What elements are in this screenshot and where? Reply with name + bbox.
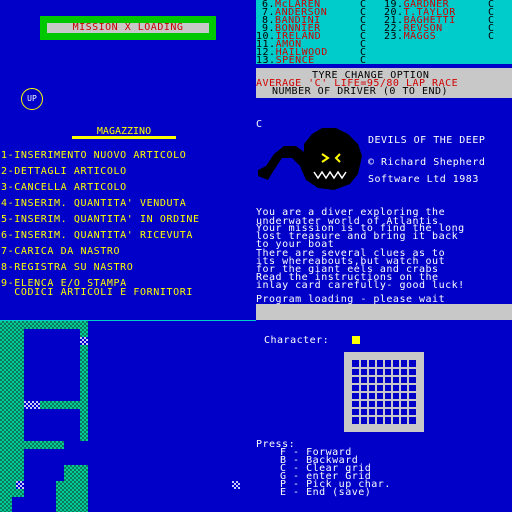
maze-corridors <box>12 321 256 512</box>
driver-list: 6.McLAREN 7.ANDERSON 8.BANDINI 9.BONNIER… <box>256 0 512 66</box>
menu-item-6[interactable]: 6-INSERIM. QUANTITA' RICEVUTA <box>1 231 193 241</box>
character-editor: Character: Press: F - Forward B - Backwa… <box>256 320 512 512</box>
player-marker <box>232 481 240 489</box>
key-end-save[interactable]: E - End (save) <box>280 488 371 498</box>
loading-progress-bar <box>256 304 512 320</box>
maze-item-marker <box>80 337 88 345</box>
copyright-line-1: © Richard Shepherd <box>368 157 486 168</box>
mission-banner: MISSION X LOADING <box>40 16 216 40</box>
driver-name: SPENCE <box>275 55 315 66</box>
menu-item-4[interactable]: 4-INSERIM. QUANTITA' VENDUTA <box>1 199 186 209</box>
driver-name: MAGGS <box>403 31 437 42</box>
menu-item-1[interactable]: 1-INSERIMENTO NUOVO ARTICOLO <box>1 151 186 161</box>
game-title: DEVILS OF THE DEEP <box>368 135 486 146</box>
character-preview <box>352 336 360 344</box>
menu-item-2[interactable]: 2-DETTAGLI ARTICOLO <box>1 167 127 177</box>
maze-screen <box>0 320 256 512</box>
mission-title: MISSION X LOADING <box>72 22 184 33</box>
menu-item-3[interactable]: 3-CANCELLA ARTICOLO <box>1 183 127 193</box>
tyre-change-panel: TYRE CHANGE OPTION AVERAGE 'C' LIFE=95/8… <box>256 68 512 98</box>
menu-item-5[interactable]: 5-INSERIM. QUANTITA' IN ORDINE <box>1 215 200 225</box>
maze-item-marker <box>24 401 40 409</box>
story-line-10: inlay card carefully- good luck! <box>256 280 465 291</box>
game-screen: 6.McLAREN 7.ANDERSON 8.BANDINI 9.BONNIER… <box>256 0 512 320</box>
menu-item-7[interactable]: 7-CARICA DA NASTRO <box>1 247 120 257</box>
driver-number-prompt[interactable]: NUMBER OF DRIVER (0 TO END) <box>272 87 448 97</box>
pixel-grid[interactable] <box>344 352 424 432</box>
menu-item-8[interactable]: 8-REGISTRA SU NASTRO <box>1 263 133 273</box>
sea-monster-icon <box>258 128 362 190</box>
menu-title-underline <box>72 136 176 139</box>
maze-area <box>0 320 256 512</box>
character-label: Character: <box>264 335 330 346</box>
menu-item-9-continuation: CODICI ARTICOLI E FORNITORI <box>1 287 193 298</box>
copyright-line-2: Software Ltd 1983 <box>368 174 479 185</box>
up-button[interactable]: UP <box>21 88 43 110</box>
maze-item-marker <box>16 481 24 489</box>
magazzino-screen: MISSION X LOADING UP MAGAZZINO 1-INSERIM… <box>0 0 256 320</box>
